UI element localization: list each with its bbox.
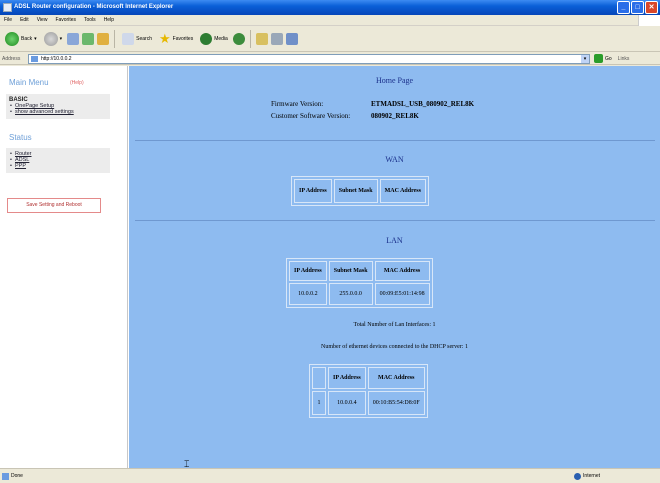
ie-icon — [3, 3, 12, 12]
lan-mac: 00:09:E5:01:14:98 — [374, 283, 430, 305]
wan-header-ip: IP Address — [294, 179, 332, 203]
close-button[interactable]: ✕ — [645, 1, 658, 14]
menu-tools[interactable]: Tools — [84, 15, 96, 25]
lan-mask: 255.0.0.0 — [328, 283, 373, 305]
minimize-button[interactable]: _ — [617, 1, 630, 14]
lan-header-mac: MAC Address — [374, 261, 430, 281]
status-menu: Router ADSL PPP — [6, 148, 110, 173]
address-bar: Address http://10.0.0.2 ▾ Go Links — [0, 53, 660, 65]
maximize-button[interactable]: □ — [631, 1, 644, 14]
print-icon[interactable] — [270, 33, 283, 45]
back-button[interactable]: Back ▾ — [3, 29, 39, 49]
page-icon — [31, 55, 38, 62]
save-reboot-button[interactable]: Save Setting and Reboot — [7, 198, 101, 213]
customer-version-value: 080902_REL8K — [371, 112, 419, 120]
dhcp-index: 1 — [312, 391, 326, 415]
table-row: 1 10.0.0.4 00:10:B5:54:D8:0F — [312, 391, 425, 415]
status-title: Status — [9, 133, 32, 142]
menu-edit[interactable]: Edit — [20, 15, 29, 25]
dhcp-devices-count: Number of ethernet devices connected to … — [321, 344, 468, 350]
globe-icon — [574, 472, 582, 480]
divider — [135, 220, 655, 221]
dhcp-mac: 00:10:B5:54:D8:0F — [367, 391, 425, 415]
back-arrow-icon — [5, 32, 19, 46]
firmware-row: Firmware Version: ETMADSL_USB_080902_REL… — [271, 100, 474, 108]
security-zone: Internet — [574, 469, 600, 483]
forward-button[interactable]: ▾ — [42, 29, 65, 49]
search-button[interactable]: Search — [120, 29, 154, 49]
wan-header-mac: MAC Address — [379, 179, 426, 203]
status-bar: Done Internet — [0, 468, 660, 482]
go-arrow-icon — [594, 54, 603, 63]
dhcp-header-ip: IP Address — [328, 367, 366, 389]
customer-version-label: Customer Software Version: — [271, 112, 351, 120]
table-row: 10.0.0.2 255.0.0.0 00:09:E5:01:14:98 — [289, 283, 430, 305]
lan-header-mask: Subnet Mask — [328, 261, 373, 281]
page-icon — [2, 472, 9, 480]
window-title: ADSL Router configuration - Microsoft In… — [14, 4, 174, 10]
mouse-cursor-icon: ⌶ — [184, 459, 190, 469]
chevron-down-icon: ▾ — [59, 36, 63, 42]
toolbar: Back ▾ ▾ Search ★ Favorites Media — [0, 27, 660, 52]
lan-ip: 10.0.0.2 — [289, 283, 327, 305]
media-icon — [200, 33, 213, 45]
divider — [135, 140, 655, 141]
home-page-title: Home Page — [375, 76, 414, 85]
total-lan-interfaces: Total Number of Lan Interfaces: 1 — [353, 322, 436, 328]
menu-bar: File Edit View Favorites Tools Help — [0, 15, 660, 26]
browser-window: ADSL Router configuration - Microsoft In… — [0, 0, 660, 482]
firmware-value: ETMADSL_USB_080902_REL8K — [371, 100, 475, 108]
main-panel: Home Page Firmware Version: ETMADSL_USB_… — [129, 66, 660, 468]
sidebar-item-ppp[interactable]: PPP — [9, 163, 107, 169]
sidebar: Main Menu (Help) BASIC OnePage Setup sho… — [0, 66, 128, 468]
firmware-label: Firmware Version: — [271, 100, 324, 108]
help-link[interactable]: (Help) — [70, 80, 84, 86]
menu-help[interactable]: Help — [104, 15, 114, 25]
address-url: http://10.0.0.2 — [41, 55, 72, 62]
wan-title: WAN — [385, 155, 404, 164]
customer-version-row: Customer Software Version: 080902_REL8K — [271, 112, 419, 120]
star-icon: ★ — [159, 31, 171, 46]
go-button[interactable]: Go — [594, 54, 612, 63]
status-done: Done — [2, 469, 23, 483]
favorites-button[interactable]: ★ Favorites — [157, 29, 195, 49]
windows-logo-icon — [638, 15, 660, 26]
menu-file[interactable]: File — [4, 15, 12, 25]
address-label: Address — [2, 55, 21, 62]
lan-title: LAN — [386, 236, 403, 245]
main-menu-title: Main Menu — [9, 78, 49, 87]
edit-icon[interactable] — [285, 33, 298, 45]
sidebar-item-advanced-settings[interactable]: show advanced settings — [9, 109, 107, 115]
page-content: Main Menu (Help) BASIC OnePage Setup sho… — [0, 66, 660, 468]
links-button[interactable]: Links — [618, 56, 630, 62]
address-input[interactable]: http://10.0.0.2 ▾ — [28, 53, 590, 64]
history-icon[interactable] — [232, 33, 245, 45]
toolbar-separator — [114, 30, 116, 48]
address-dropdown[interactable]: ▾ — [581, 54, 589, 63]
wan-table: IP Address Subnet Mask MAC Address — [291, 176, 429, 206]
mail-icon[interactable] — [255, 33, 268, 45]
dhcp-header-mac: MAC Address — [367, 367, 425, 389]
menu-view[interactable]: View — [37, 15, 48, 25]
lan-header-ip: IP Address — [289, 261, 327, 281]
forward-arrow-icon — [43, 32, 58, 46]
media-button[interactable]: Media — [198, 29, 230, 49]
dhcp-header-index — [312, 367, 326, 389]
wan-header-mask: Subnet Mask — [333, 179, 378, 203]
chevron-down-icon: ▾ — [34, 36, 37, 42]
home-icon[interactable] — [97, 33, 110, 45]
title-bar: ADSL Router configuration - Microsoft In… — [0, 0, 660, 15]
stop-icon[interactable] — [67, 33, 80, 45]
dhcp-table: IP Address MAC Address 1 10.0.0.4 00:10:… — [309, 364, 428, 418]
dhcp-ip: 10.0.0.4 — [328, 391, 366, 415]
menu-favorites[interactable]: Favorites — [55, 15, 76, 25]
toolbar-separator — [249, 30, 251, 48]
basic-menu: BASIC OnePage Setup show advanced settin… — [6, 94, 110, 119]
lan-table: IP Address Subnet Mask MAC Address 10.0.… — [286, 258, 433, 308]
refresh-icon[interactable] — [82, 33, 95, 45]
search-icon — [122, 33, 135, 45]
